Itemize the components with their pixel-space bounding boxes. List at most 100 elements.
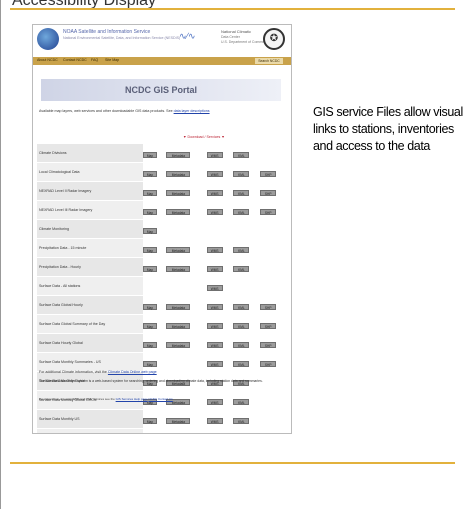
cell-shp bbox=[260, 276, 287, 296]
table-row: Surface Data Global Summary of the Day Ma… bbox=[37, 314, 287, 334]
shp-button[interactable]: SHP bbox=[260, 171, 277, 177]
footer-cdo-link[interactable]: Climate Data Online web page bbox=[108, 370, 157, 374]
table-row: Surface Data Monthly US Map Metadata WMS KML bbox=[37, 409, 287, 429]
kml-button[interactable]: KML bbox=[233, 361, 250, 367]
kml-button[interactable]: KML bbox=[233, 190, 250, 196]
metadata-button[interactable]: Metadata bbox=[166, 171, 191, 177]
cell-shp: SHP bbox=[260, 428, 287, 433]
wms-button[interactable]: WMS bbox=[206, 152, 223, 158]
cell-map: Map bbox=[143, 181, 167, 201]
layer-name: Surface Data Monthly US bbox=[37, 409, 143, 429]
metadata-button[interactable]: Metadata bbox=[166, 247, 191, 253]
table-row: Surface Data Monthly Summaries - US Map WM… bbox=[37, 352, 287, 372]
cell-wms: WMS bbox=[206, 200, 234, 220]
kml-button[interactable]: KML bbox=[233, 342, 250, 348]
metadata-button[interactable]: Metadata bbox=[166, 190, 191, 196]
map-button[interactable]: Map bbox=[143, 247, 157, 253]
metadata-button[interactable]: Metadata bbox=[166, 342, 191, 348]
nav-search-button[interactable]: Search NCDC bbox=[255, 58, 283, 64]
metadata-button[interactable]: Metadata bbox=[166, 152, 191, 158]
cell-kml bbox=[233, 276, 261, 296]
metadata-button[interactable]: Metadata bbox=[166, 266, 191, 272]
cell-metadata: Metadata bbox=[166, 428, 207, 433]
nav-item-sitemap[interactable]: Site Map bbox=[105, 58, 119, 62]
kml-button[interactable]: KML bbox=[233, 266, 250, 272]
wms-button[interactable]: WMS bbox=[206, 247, 223, 253]
cell-kml: KML bbox=[233, 352, 261, 372]
footer-line1: For additional Climate information, visi… bbox=[39, 370, 285, 374]
portal-header: NOAA Satellite and Information Service N… bbox=[33, 25, 291, 57]
nav-item-faq[interactable]: FAQ bbox=[91, 58, 98, 62]
bottom-divider bbox=[10, 462, 455, 464]
metadata-button[interactable]: Metadata bbox=[166, 418, 191, 424]
map-button[interactable]: Map bbox=[143, 342, 157, 348]
metadata-button[interactable]: Metadata bbox=[166, 304, 191, 310]
kml-button[interactable]: KML bbox=[233, 323, 250, 329]
cell-wms: WMS bbox=[206, 409, 234, 429]
layer-name: Surface Data Global Summary of the Day bbox=[37, 314, 143, 334]
map-button[interactable]: Map bbox=[143, 209, 157, 215]
cell-wms: WMS bbox=[206, 144, 234, 163]
map-button[interactable]: Map bbox=[143, 266, 157, 272]
cell-map: Map bbox=[143, 352, 167, 372]
footer-contact-link[interactable]: NCDC Contact Us bbox=[148, 397, 172, 401]
map-button[interactable]: Map bbox=[143, 304, 157, 310]
cell-kml: KML bbox=[233, 257, 261, 277]
kml-button[interactable]: KML bbox=[233, 209, 250, 215]
cell-metadata: Metadata bbox=[166, 144, 207, 163]
metadata-button[interactable]: Metadata bbox=[166, 209, 191, 215]
map-button[interactable]: Map bbox=[143, 418, 157, 424]
cell-shp: SHP bbox=[260, 295, 287, 315]
cell-shp bbox=[260, 409, 287, 429]
wms-button[interactable]: WMS bbox=[206, 171, 223, 177]
shp-button[interactable]: SHP bbox=[260, 190, 277, 196]
shp-button[interactable]: SHP bbox=[260, 342, 277, 348]
shp-button[interactable]: SHP bbox=[260, 209, 277, 215]
cell-map: Map bbox=[143, 162, 167, 182]
map-button[interactable]: Map bbox=[143, 228, 157, 234]
map-button[interactable]: Map bbox=[143, 190, 157, 196]
cell-shp bbox=[260, 219, 287, 239]
kml-button[interactable]: KML bbox=[233, 171, 250, 177]
cell-metadata: Metadata bbox=[166, 409, 207, 429]
kml-button[interactable]: KML bbox=[233, 304, 250, 310]
footer-help-link[interactable]: GIS Services Help page bbox=[116, 397, 148, 401]
wms-button[interactable]: WMS bbox=[206, 304, 223, 310]
map-button[interactable]: Map bbox=[143, 361, 157, 367]
table-row: US Climate Reference NetworkMapMetadataW… bbox=[37, 428, 287, 433]
map-button[interactable]: Map bbox=[143, 152, 157, 158]
shp-button[interactable]: SHP bbox=[260, 361, 277, 367]
layer-name: US Climate Reference Network bbox=[37, 428, 143, 433]
wms-button[interactable]: WMS bbox=[206, 285, 223, 291]
wms-button[interactable]: WMS bbox=[206, 323, 223, 329]
wms-button[interactable]: WMS bbox=[206, 418, 223, 424]
map-button[interactable]: Map bbox=[143, 171, 157, 177]
cell-kml bbox=[233, 219, 261, 239]
wms-button[interactable]: WMS bbox=[206, 209, 223, 215]
kml-button[interactable]: KML bbox=[233, 418, 250, 424]
wms-button[interactable]: WMS bbox=[206, 361, 223, 367]
cell-shp bbox=[260, 144, 287, 163]
cell-shp: SHP bbox=[260, 352, 287, 372]
kml-button[interactable]: KML bbox=[233, 247, 250, 253]
cell-kml: KML bbox=[233, 144, 261, 163]
wms-button[interactable]: WMS bbox=[206, 266, 223, 272]
shp-button[interactable]: SHP bbox=[260, 304, 277, 310]
layer-name: Climate Monitoring bbox=[37, 219, 143, 239]
cell-wms bbox=[206, 219, 234, 239]
layer-name: NEXRAD Level III Radar Imagery bbox=[37, 200, 143, 220]
nav-item-contact[interactable]: Contact NCDC bbox=[63, 58, 87, 62]
wms-button[interactable]: WMS bbox=[206, 342, 223, 348]
kml-button[interactable]: KML bbox=[233, 152, 250, 158]
intro-link[interactable]: data layer descriptions bbox=[174, 109, 210, 113]
shp-button[interactable]: SHP bbox=[260, 323, 277, 329]
cell-map: Map bbox=[143, 257, 167, 277]
metadata-button[interactable]: Metadata bbox=[166, 323, 191, 329]
nav-item-about[interactable]: About NCDC bbox=[37, 58, 58, 62]
map-button[interactable]: Map bbox=[143, 323, 157, 329]
wms-button[interactable]: WMS bbox=[206, 190, 223, 196]
cell-map: Map bbox=[143, 333, 167, 353]
ncdc-name-line2: Data Center bbox=[221, 35, 240, 39]
footer-line2: The Climate Data Online system is a web-… bbox=[39, 379, 263, 383]
cell-wms: WMS bbox=[206, 162, 234, 182]
